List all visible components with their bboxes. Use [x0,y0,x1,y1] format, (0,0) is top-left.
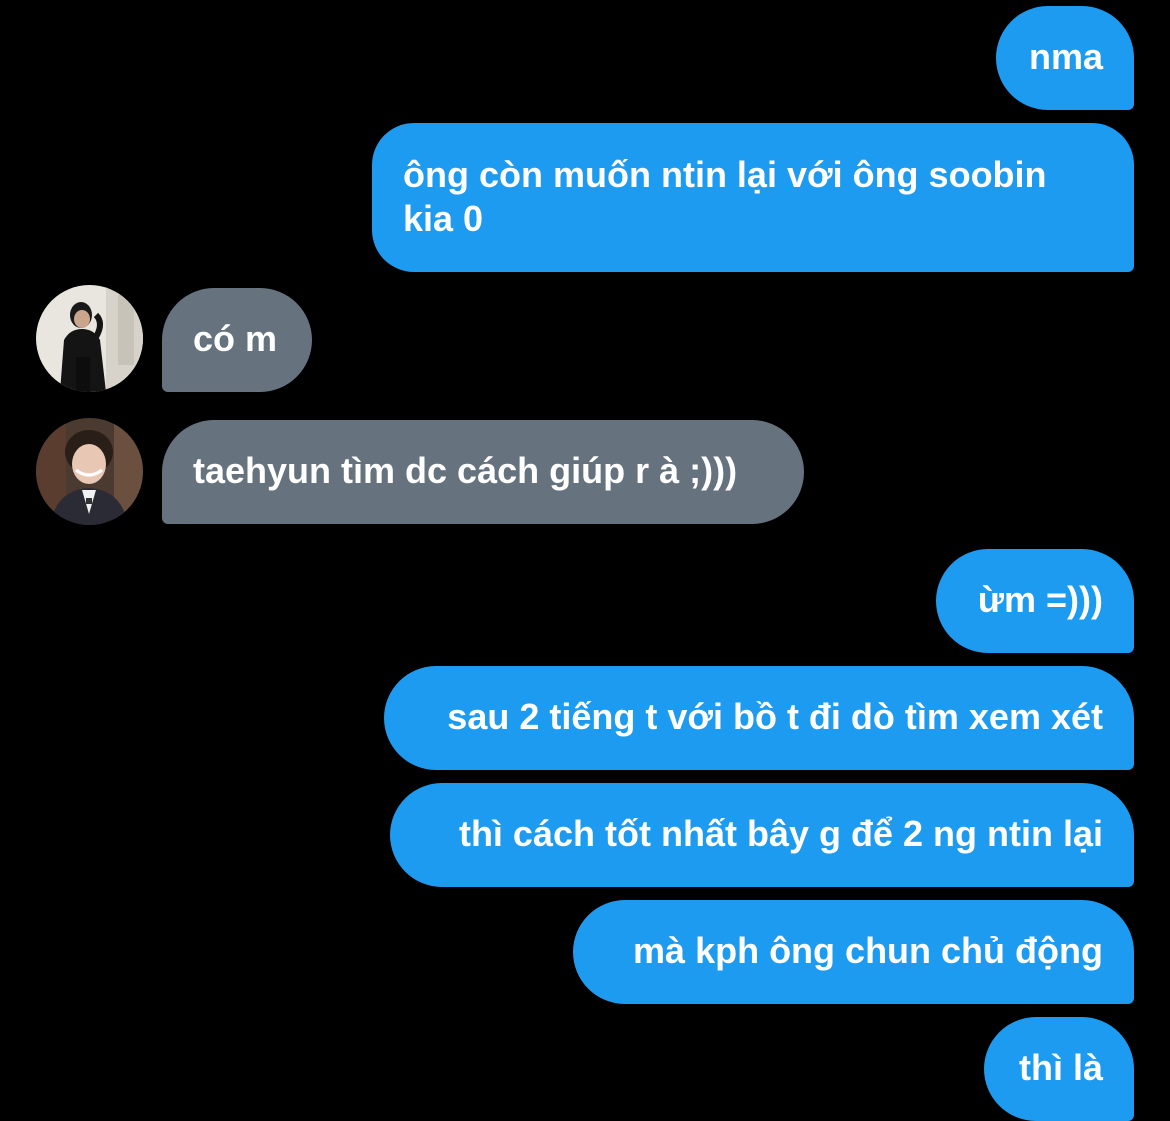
message-bubble-outgoing[interactable]: thì là [984,1017,1134,1121]
avatar-photo-icon [36,285,143,392]
message-text: có m [193,318,278,359]
message-text: taehyun tìm dc cách giúp r à ;))) [193,450,738,491]
message-text: nma [1028,36,1103,77]
message-text: ông còn muốn ntin lại với ông soobin kia… [403,154,1047,239]
message-text: thì cách tốt nhất bây g để 2 ng ntin lại [458,813,1103,854]
contact-avatar[interactable] [36,418,143,525]
conversation: nma ông còn muốn ntin lại với ông soobin… [0,0,1170,1121]
message-text: mà kph ông chun chủ động [633,930,1103,971]
message-bubble-outgoing[interactable]: sau 2 tiếng t với bồ t đi dò tìm xem xét [384,666,1134,770]
avatar-photo-icon [36,418,143,525]
message-text: thì là [1018,1047,1103,1088]
message-bubble-outgoing[interactable]: thì cách tốt nhất bây g để 2 ng ntin lại [390,783,1134,887]
message-bubble-outgoing[interactable]: ừm =))) [936,549,1134,653]
message-bubble-outgoing[interactable]: mà kph ông chun chủ động [573,900,1134,1004]
message-text: sau 2 tiếng t với bồ t đi dò tìm xem xét [447,696,1103,737]
message-bubble-outgoing[interactable]: nma [996,6,1134,110]
contact-avatar[interactable] [36,285,143,392]
message-bubble-outgoing[interactable]: ông còn muốn ntin lại với ông soobin kia… [372,123,1134,272]
message-bubble-incoming[interactable]: taehyun tìm dc cách giúp r à ;))) [162,420,804,524]
message-bubble-incoming[interactable]: có m [162,288,312,392]
message-text: ừm =))) [977,579,1103,620]
